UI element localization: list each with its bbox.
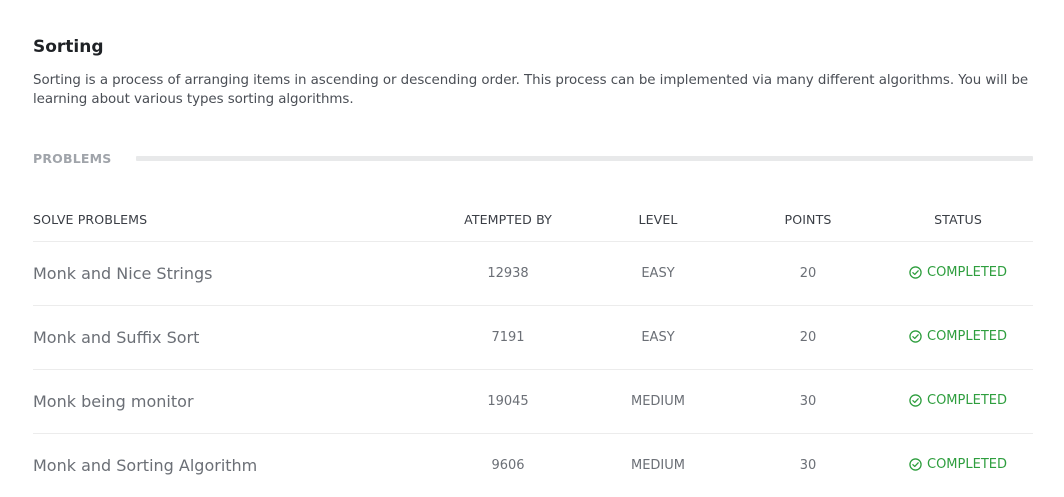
- status-text: COMPLETED: [927, 329, 1007, 344]
- difficulty-level: MEDIUM: [630, 458, 685, 473]
- attempted-count: 19045: [487, 394, 529, 409]
- attempted-count: 9606: [491, 458, 525, 473]
- section-divider: [135, 155, 1033, 161]
- check-circle-icon: [909, 394, 922, 407]
- header-points: POINTS: [784, 211, 832, 227]
- table-row: Monk and Sorting Algorithm 9606 MEDIUM 3…: [33, 434, 1033, 497]
- points-value: 20: [799, 330, 817, 345]
- problem-cell: Monk and Suffix Sort: [33, 328, 433, 347]
- status-text: COMPLETED: [927, 393, 1007, 408]
- header-level: LEVEL: [638, 211, 678, 227]
- check-circle-icon: [909, 458, 922, 471]
- header-solve-problems: SOLVE PROBLEMS: [33, 211, 148, 227]
- difficulty-level: MEDIUM: [630, 394, 685, 409]
- problem-link[interactable]: Monk and Nice Strings: [33, 264, 213, 283]
- attempted-count: 12938: [487, 266, 529, 281]
- attempted-count: 7191: [491, 330, 525, 345]
- status-badge: COMPLETED: [909, 265, 1007, 280]
- table-row: Monk and Suffix Sort 7191 EASY 20 COMPLE…: [33, 306, 1033, 370]
- check-circle-icon: [909, 266, 922, 279]
- status-cell: COMPLETED: [883, 392, 1033, 411]
- status-text: COMPLETED: [927, 265, 1007, 280]
- topic-page: Sorting Sorting is a process of arrangin…: [33, 0, 1033, 497]
- table-row: Monk and Nice Strings 12938 EASY 20 COMP…: [33, 242, 1033, 306]
- table-row: Monk being monitor 19045 MEDIUM 30 COMPL…: [33, 370, 1033, 434]
- problem-cell: Monk being monitor: [33, 392, 433, 411]
- check-circle-icon: [909, 330, 922, 343]
- status-badge: COMPLETED: [909, 393, 1007, 408]
- problem-cell: Monk and Sorting Algorithm: [33, 456, 433, 475]
- header-attempted-by: ATEMPTED BY: [464, 211, 552, 227]
- header-status: STATUS: [934, 211, 982, 227]
- difficulty-level: EASY: [641, 330, 675, 345]
- points-value: 30: [799, 394, 817, 409]
- table-header-row: SOLVE PROBLEMS ATEMPTED BY LEVEL POINTS …: [33, 197, 1033, 242]
- problem-link[interactable]: Monk being monitor: [33, 392, 194, 411]
- section-label: PROBLEMS: [33, 150, 112, 166]
- status-badge: COMPLETED: [909, 457, 1007, 472]
- status-badge: COMPLETED: [909, 329, 1007, 344]
- points-value: 20: [799, 266, 817, 281]
- status-cell: COMPLETED: [883, 264, 1033, 283]
- points-value: 30: [799, 458, 817, 473]
- problems-table: SOLVE PROBLEMS ATEMPTED BY LEVEL POINTS …: [33, 197, 1033, 497]
- problem-link[interactable]: Monk and Suffix Sort: [33, 328, 199, 347]
- problem-link[interactable]: Monk and Sorting Algorithm: [33, 456, 257, 475]
- status-cell: COMPLETED: [883, 456, 1033, 475]
- topic-description: Sorting is a process of arranging items …: [33, 73, 1029, 107]
- problems-section-header: PROBLEMS: [33, 149, 1033, 167]
- problem-cell: Monk and Nice Strings: [33, 264, 433, 283]
- status-cell: COMPLETED: [883, 328, 1033, 347]
- difficulty-level: EASY: [641, 266, 675, 281]
- status-text: COMPLETED: [927, 457, 1007, 472]
- topic-title: Sorting: [33, 37, 104, 57]
